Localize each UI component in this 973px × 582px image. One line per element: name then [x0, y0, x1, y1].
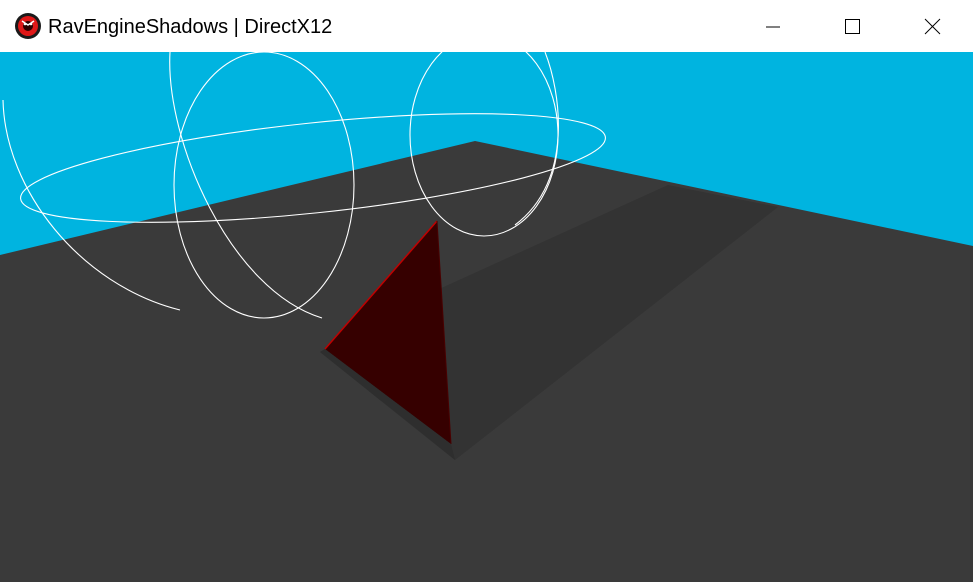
app-window: RavEngineShadows | DirectX12	[0, 0, 973, 582]
render-viewport[interactable]	[0, 52, 973, 582]
maximize-icon	[845, 19, 860, 34]
window-title: RavEngineShadows | DirectX12	[48, 16, 333, 38]
maximize-button[interactable]	[813, 0, 893, 52]
3d-scene	[0, 52, 973, 582]
minimize-button[interactable]	[733, 0, 813, 52]
minimize-icon	[766, 26, 780, 28]
close-button[interactable]	[893, 0, 973, 52]
raven-engine-logo-icon	[14, 12, 42, 40]
close-icon	[924, 18, 941, 35]
title-bar[interactable]: RavEngineShadows | DirectX12	[0, 0, 973, 52]
